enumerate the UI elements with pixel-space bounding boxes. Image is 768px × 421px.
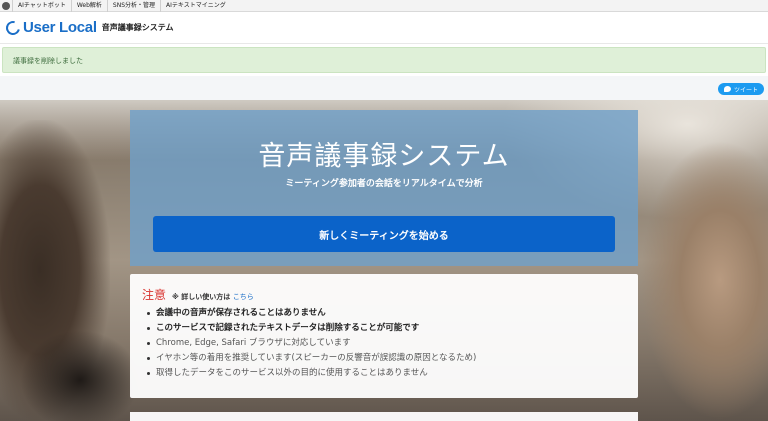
hero-subtitle: ミーティング参加者の会話をリアルタイムで分析 [285, 179, 483, 189]
hero-title: 音声議事録システム [258, 141, 510, 172]
userlocal-mini-logo-icon[interactable] [0, 0, 12, 12]
flash-message: 議事録を削除しました [2, 47, 766, 73]
service-link-sns[interactable]: SNS分析・管理 [106, 0, 160, 12]
help-prefix: ※ 詳しい使い方は [172, 293, 231, 301]
notice-title: 注意 [142, 288, 167, 302]
notice-card: 注意 ※ 詳しい使い方は こちら 会議中の音声が保存されることはありません この… [130, 274, 638, 398]
help-link[interactable]: こちら [233, 293, 254, 301]
twitter-bird-icon [723, 86, 731, 92]
notice-item: Chrome, Edge, Safari ブラウザに対応しています [142, 336, 626, 351]
service-link-web-analytics[interactable]: Web解析 [70, 0, 107, 12]
brand-logo[interactable]: User Local [23, 19, 97, 36]
service-bar: AIチャットボット Web解析 SNS分析・管理 AIテキストマイニング [0, 0, 768, 12]
notice-item: このサービスで記録されたテキストデータは削除することが可能です [142, 321, 626, 336]
notice-item: イヤホン等の着用を推奨しています(スピーカーの反響音が誤認識の原因となるため) [142, 351, 626, 366]
tweet-label: ツイート [733, 86, 758, 94]
system-name[interactable]: 音声議事録システム [102, 22, 174, 33]
tweet-button[interactable]: ツイート [717, 83, 764, 95]
notice-item: 取得したデータをこのサービス以外の目的に使用することはありません [142, 366, 626, 381]
service-link-text-mining[interactable]: AIテキストマイニング [160, 0, 231, 12]
start-meeting-button[interactable]: 新しくミーティングを始める [153, 216, 615, 252]
bottom-card [130, 412, 638, 421]
site-header: User Local 音声議事録システム [0, 12, 768, 44]
hero-panel: 音声議事録システム ミーティング参加者の会話をリアルタイムで分析 新しくミーティ… [130, 110, 638, 266]
help-text: ※ 詳しい使い方は こちら [172, 292, 254, 302]
notice-item: 会議中の音声が保存されることはありません [142, 306, 626, 321]
userlocal-logo-icon[interactable] [3, 17, 23, 38]
hero-section: 音声議事録システム ミーティング参加者の会話をリアルタイムで分析 新しくミーティ… [0, 100, 768, 421]
share-bar: ツイート [0, 76, 768, 100]
notice-list: 会議中の音声が保存されることはありません このサービスで記録されたテキストデータ… [142, 306, 626, 381]
service-link-chatbot[interactable]: AIチャットボット [12, 0, 71, 12]
